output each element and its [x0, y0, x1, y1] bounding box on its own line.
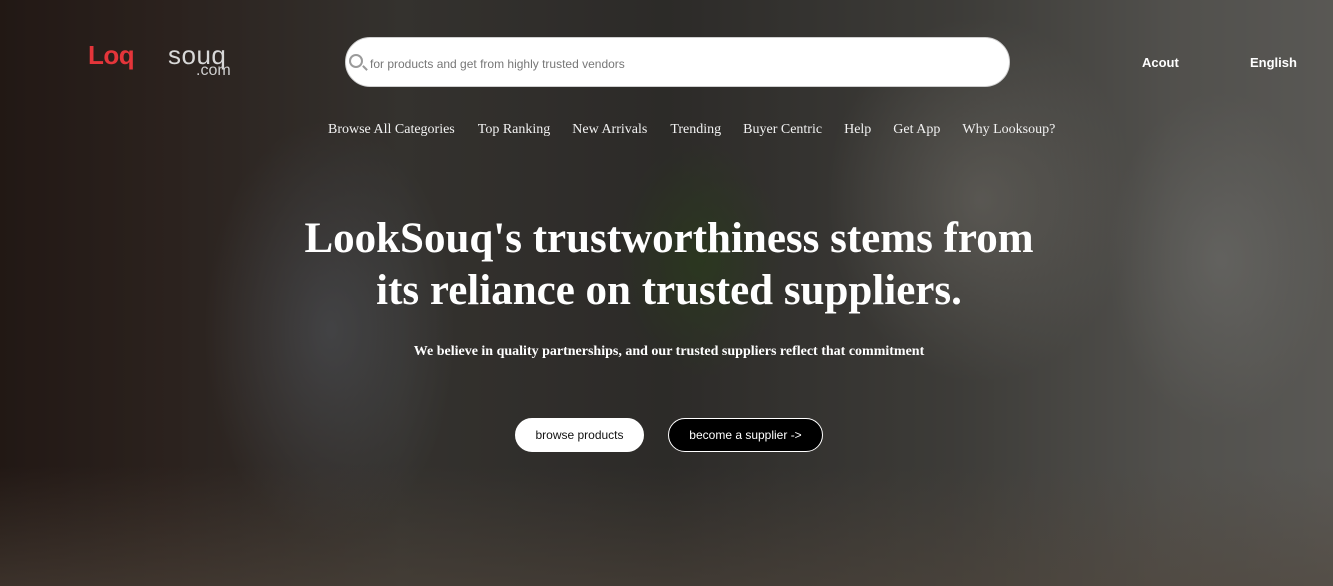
nav-item-why-looksoup[interactable]: Why Looksoup? — [962, 122, 1055, 138]
nav-item-trending[interactable]: Trending — [670, 122, 721, 138]
nav-item-help[interactable]: Help — [844, 122, 871, 138]
logo-part-brand: Loq — [88, 40, 135, 70]
hero-headline-line2: its reliance on trusted suppliers. — [376, 267, 962, 314]
hero-headline: LookSouq's trustworthiness stems from it… — [200, 213, 1138, 317]
nav-item-buyer-centric[interactable]: Buyer Centric — [743, 122, 822, 138]
hero-subtitle: We believe in quality partnerships, and … — [413, 344, 925, 359]
become-supplier-button[interactable]: become a supplier -> — [668, 418, 823, 452]
nav-item-browse-categories[interactable]: Browse All Categories — [328, 122, 455, 138]
nav-item-top-ranking[interactable]: Top Ranking — [478, 122, 551, 138]
language-selector[interactable]: English — [1250, 55, 1297, 70]
nav-item-new-arrivals[interactable]: New Arrivals — [572, 122, 647, 138]
search-icon[interactable] — [349, 54, 363, 68]
search-input[interactable] — [368, 52, 992, 76]
browse-products-button[interactable]: browse products — [515, 418, 644, 452]
desk-overlay — [0, 466, 1333, 586]
site-logo[interactable]: Loq souq .com — [88, 40, 238, 82]
search-bar[interactable] — [345, 37, 1010, 87]
account-link[interactable]: Acout — [1142, 55, 1179, 70]
nav-item-get-app[interactable]: Get App — [893, 122, 940, 138]
hero-headline-line1: LookSouq's trustworthiness stems from — [304, 215, 1034, 262]
main-nav: Browse All Categories Top Ranking New Ar… — [328, 122, 1055, 138]
logo-part-domain: .com — [196, 62, 231, 79]
